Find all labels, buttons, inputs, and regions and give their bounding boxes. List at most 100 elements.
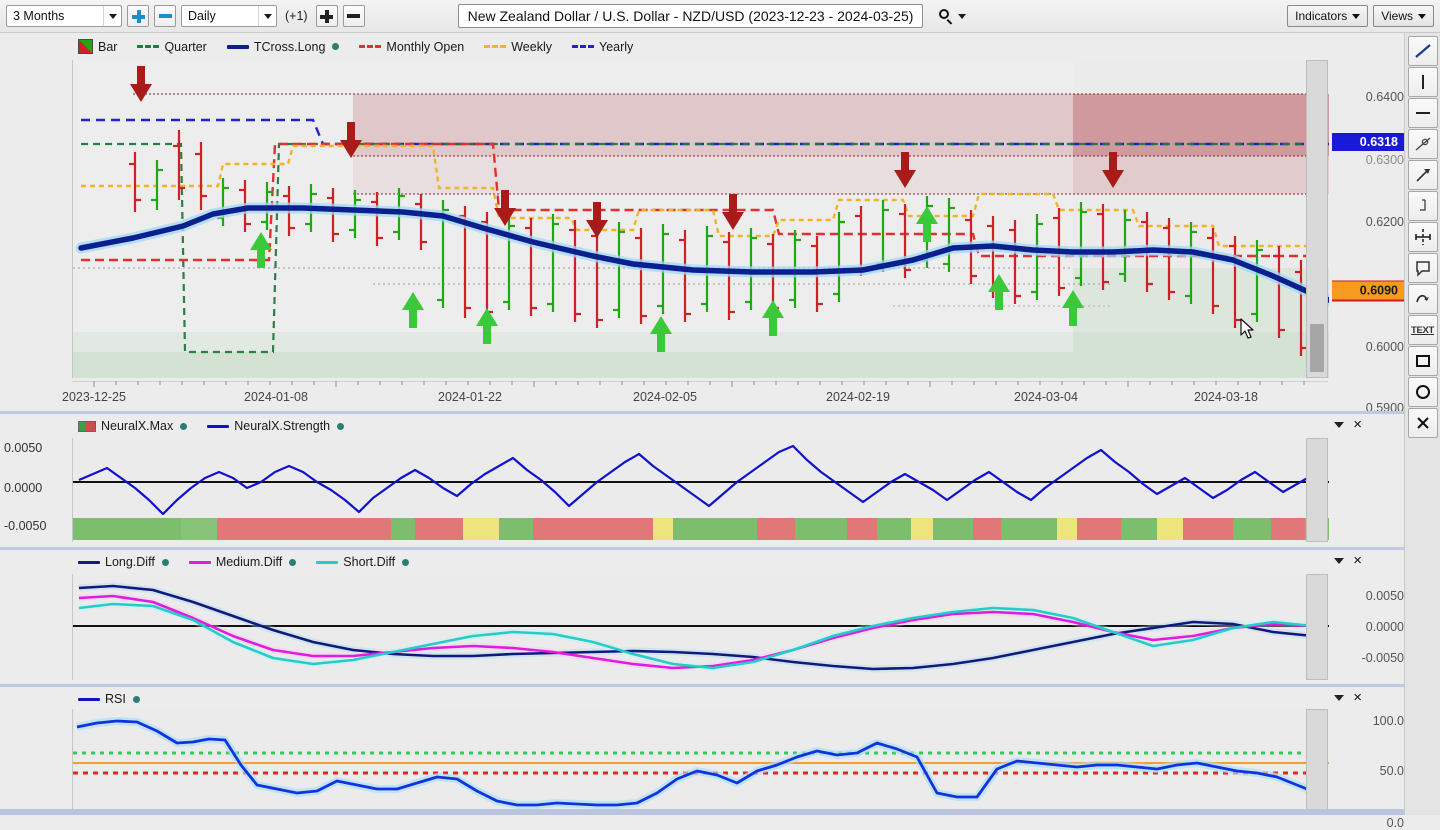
neuralx-legend: NeuralX.Max NeuralX.Strength: [78, 419, 345, 433]
legend-label: RSI: [105, 692, 126, 706]
legend-item-tcross-long[interactable]: TCross.Long: [226, 39, 340, 54]
settings-dot-icon[interactable]: [402, 558, 410, 566]
toolbar-right-buttons: Indicators Views: [1287, 5, 1434, 27]
chevron-down-icon[interactable]: [958, 13, 967, 19]
chevron-down-icon: [103, 6, 121, 26]
settings-dot-icon[interactable]: [180, 422, 188, 430]
curve-tool[interactable]: [1407, 284, 1438, 314]
diff-vertical-scrollbar[interactable]: [1306, 574, 1328, 680]
neuralx-vertical-scrollbar[interactable]: [1306, 438, 1328, 542]
neuralx-chart-svg: [73, 438, 1329, 542]
symbol-title[interactable]: New Zealand Dollar / U.S. Dollar - NZD/U…: [457, 4, 924, 28]
close-icon[interactable]: ×: [1353, 690, 1362, 705]
indicators-button[interactable]: Indicators: [1287, 5, 1369, 27]
chart-application: 3 Months Daily (+1) New Zealand Dollar /…: [0, 0, 1440, 830]
search-icon[interactable]: [939, 8, 954, 24]
vertical-line-tool[interactable]: [1407, 67, 1438, 97]
y-tick-label: 100.0: [1372, 714, 1404, 728]
quarter-line-icon: [137, 45, 160, 48]
symbol-search[interactable]: [939, 8, 967, 24]
drawing-toolbar: TEXT: [1404, 33, 1440, 815]
settings-dot-icon[interactable]: [289, 558, 297, 566]
legend-item-quarter[interactable]: Quarter: [137, 40, 207, 54]
legend-label: Weekly: [511, 39, 552, 54]
price-plot[interactable]: [72, 60, 1329, 378]
settings-dot-icon[interactable]: [332, 43, 340, 50]
views-label: Views: [1381, 9, 1413, 23]
legend-label: Medium.Diff: [215, 555, 283, 569]
monthly-open-line-icon: [359, 45, 382, 48]
close-icon[interactable]: ×: [1353, 553, 1362, 568]
legend-item-rsi[interactable]: RSI: [78, 692, 140, 706]
legend-label: Long.Diff: [105, 555, 155, 569]
range-plus-button[interactable]: [127, 5, 149, 27]
weekly-line-icon: [484, 45, 507, 48]
chevron-down-icon[interactable]: [1334, 422, 1345, 428]
current-price-badge: 0.6090: [1332, 280, 1404, 302]
horizontal-line-tool[interactable]: [1407, 98, 1438, 128]
x-tick-label: 2024-01-22: [438, 390, 502, 404]
legend-item-monthly-open[interactable]: Monthly Open: [359, 40, 464, 54]
settings-dot-icon[interactable]: [132, 695, 140, 703]
pen-tool[interactable]: [1407, 160, 1438, 190]
legend-label: TCross.Long: [253, 39, 326, 54]
text-tool-label: TEXT: [1410, 324, 1435, 336]
text-tool[interactable]: TEXT: [1407, 315, 1438, 345]
y-tick-label: 0.6300: [1365, 153, 1404, 167]
neuralx-y-axis: 0.0050 0.0000 -0.0050: [0, 438, 68, 538]
diff-y-axis: 0.0050 0.0000 -0.0050: [1330, 574, 1404, 680]
settings-dot-icon[interactable]: [337, 422, 345, 430]
x-tick-label: 2024-02-19: [826, 390, 890, 404]
close-icon[interactable]: ×: [1353, 417, 1362, 432]
neuralx-plot[interactable]: [72, 438, 1329, 542]
legend-item-long-diff[interactable]: Long.Diff: [78, 555, 169, 569]
range-select[interactable]: 3 Months: [6, 5, 122, 27]
y-tick-label: -0.0050: [1361, 651, 1404, 665]
legend-label: Bar: [98, 39, 118, 54]
chevron-down-icon[interactable]: [1334, 695, 1345, 701]
legend-item-weekly[interactable]: Weekly: [484, 40, 552, 54]
ellipse-tool[interactable]: [1407, 377, 1438, 407]
trendline-tool[interactable]: [1407, 36, 1438, 66]
ray-tool[interactable]: [1407, 129, 1438, 159]
interval-select[interactable]: Daily: [181, 5, 277, 27]
rsi-y-axis: 100.0 50.0 0.0: [1330, 709, 1404, 830]
rectangle-tool[interactable]: [1407, 346, 1438, 376]
legend-item-short-diff[interactable]: Short.Diff: [316, 555, 410, 569]
offset-plus-button[interactable]: [315, 5, 338, 27]
neuralx-heatmap: [73, 518, 1329, 540]
diff-plot[interactable]: [72, 574, 1329, 680]
rsi-vertical-scrollbar[interactable]: [1306, 709, 1328, 815]
offset-minus-button[interactable]: [342, 5, 365, 27]
views-button[interactable]: Views: [1373, 5, 1434, 27]
diff-panel: Long.Diff Medium.Diff Short.Diff × 0.005…: [0, 550, 1404, 682]
diff-chart-svg: [73, 574, 1329, 680]
x-tick-label: 2024-03-04: [1014, 390, 1078, 404]
price-x-axis: 2023-12-25 2024-01-08 2024-01-22 2024-02…: [0, 381, 1404, 411]
rsi-legend: RSI: [78, 692, 140, 706]
settings-dot-icon[interactable]: [161, 558, 169, 566]
legend-item-neuralx-max[interactable]: NeuralX.Max: [78, 419, 188, 433]
legend-item-neuralx-strength[interactable]: NeuralX.Strength: [207, 419, 345, 433]
bottom-status-bar: [0, 809, 1404, 815]
fibonacci-tool[interactable]: [1407, 191, 1438, 221]
legend-item-bar[interactable]: Bar: [78, 39, 117, 54]
range-minus-button[interactable]: [154, 5, 176, 27]
y-tick-label: 0.0050: [1365, 589, 1404, 603]
legend-item-yearly[interactable]: Yearly: [572, 40, 633, 54]
y-tick-label: 0.0: [1386, 816, 1404, 830]
x-tick-label: 2024-02-05: [633, 390, 697, 404]
legend-label: NeuralX.Max: [101, 419, 174, 433]
price-chart-svg: [73, 60, 1329, 378]
delete-tool[interactable]: [1407, 408, 1438, 438]
chevron-down-icon[interactable]: [1334, 558, 1345, 564]
price-panel: Bar Quarter TCross.Long Monthly Open Wee…: [0, 33, 1404, 415]
callout-tool[interactable]: [1407, 253, 1438, 283]
neuralx-panel: NeuralX.Max NeuralX.Strength × 0.0050 0.…: [0, 414, 1404, 545]
diff-legend: Long.Diff Medium.Diff Short.Diff: [78, 555, 410, 569]
price-vertical-scrollbar[interactable]: [1306, 60, 1328, 378]
legend-item-medium-diff[interactable]: Medium.Diff: [188, 555, 297, 569]
rsi-plot[interactable]: [72, 709, 1329, 815]
pitchfork-tool[interactable]: [1407, 222, 1438, 252]
y-tick-label: 0.6200: [1365, 215, 1404, 229]
